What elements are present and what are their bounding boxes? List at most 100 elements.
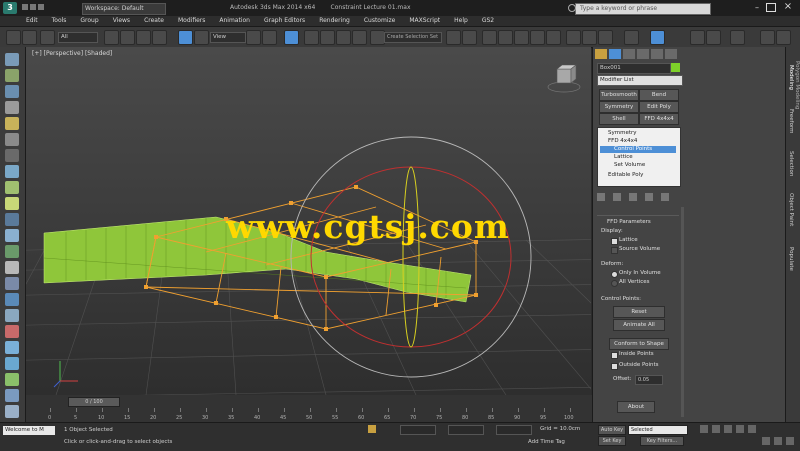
auto-key-button[interactable]: Auto Key (598, 425, 626, 435)
outside-points-checkbox[interactable] (611, 363, 618, 370)
animate-all-button[interactable]: Animate All (613, 319, 665, 331)
menu-tools[interactable]: Tools (52, 17, 67, 24)
edit-named-selection-icon[interactable] (370, 30, 385, 45)
ribbon-tab-freeform[interactable]: Freeform (788, 109, 794, 134)
window-crossing-icon[interactable] (152, 30, 167, 45)
bend-button[interactable]: Bend (639, 89, 679, 101)
redo-icon[interactable] (22, 30, 37, 45)
tool-icon-6[interactable] (5, 133, 19, 146)
menu-maxscript[interactable]: MAXScript (409, 17, 440, 24)
tool-icon-22[interactable] (5, 389, 19, 402)
move-icon[interactable] (178, 30, 193, 45)
ribbon-toggle-icon[interactable] (498, 30, 513, 45)
coord-z-field[interactable] (496, 425, 532, 435)
lock-selection-icon[interactable] (368, 425, 376, 433)
zoom-icon[interactable] (762, 437, 770, 445)
menu-views[interactable]: Views (113, 17, 130, 24)
link-icon[interactable] (40, 30, 55, 45)
render-setup-icon[interactable] (566, 30, 581, 45)
play-icon[interactable] (724, 425, 732, 433)
tool-icon-7[interactable] (5, 149, 19, 162)
go-to-start-icon[interactable] (700, 425, 708, 433)
only-in-volume-radio[interactable] (611, 271, 618, 278)
coord-y-field[interactable] (448, 425, 484, 435)
source-volume-checkbox[interactable] (611, 247, 618, 254)
all-vertices-radio[interactable] (611, 280, 618, 287)
schematic-view-icon[interactable] (530, 30, 545, 45)
modifier-list-dropdown[interactable]: Modifier List (597, 75, 683, 86)
stack-item-lattice[interactable]: Lattice (614, 154, 633, 161)
rotate-icon[interactable] (194, 30, 209, 45)
inside-points-checkbox[interactable] (611, 352, 618, 359)
toolbar-extra-icon-4[interactable] (706, 30, 721, 45)
viewport-label[interactable]: [+] [Perspective] [Shaded] (32, 50, 112, 57)
app-logo-icon[interactable]: 3 (3, 2, 17, 14)
orbit-icon[interactable] (774, 437, 782, 445)
tool-icon-19[interactable] (5, 341, 19, 354)
maxscript-listener-field[interactable]: Welcome to M (3, 426, 55, 435)
tool-icon-21[interactable] (5, 373, 19, 386)
turbosmooth-button[interactable]: Turbosmooth (599, 89, 639, 101)
menu-create[interactable]: Create (144, 17, 164, 24)
remove-modifier-icon[interactable] (644, 193, 653, 201)
object-color-swatch[interactable] (671, 63, 680, 72)
stack-item-ffd[interactable]: FFD 4x4x4 (608, 138, 637, 145)
tool-icon-2[interactable] (5, 69, 19, 82)
timeline-track[interactable]: 0 5 10 15 20 25 30 35 40 45 50 55 60 65 … (30, 408, 575, 421)
tool-icon-16[interactable] (5, 293, 19, 306)
select-manipulate-icon[interactable] (262, 30, 277, 45)
pin-stack-icon[interactable] (597, 193, 605, 201)
object-name-field[interactable]: Box001 (597, 63, 671, 74)
tool-icon-5[interactable] (5, 117, 19, 130)
workspace-dropdown[interactable]: Workspace: Default (82, 3, 166, 15)
create-tab-icon[interactable] (595, 49, 607, 59)
minimize-icon[interactable]: – (752, 3, 762, 12)
modifier-stack[interactable]: Symmetry FFD 4x4x4 Control Points Lattic… (597, 127, 681, 187)
stack-item-set-volume[interactable]: Set Volume (614, 162, 645, 169)
menu-edit[interactable]: Edit (26, 17, 38, 24)
region-select-icon[interactable] (136, 30, 151, 45)
angle-snap-icon[interactable] (320, 30, 335, 45)
snap-toggle-icon[interactable] (304, 30, 319, 45)
lattice-checkbox[interactable] (611, 238, 618, 245)
tool-icon-15[interactable] (5, 277, 19, 290)
motion-tab-icon[interactable] (637, 49, 649, 59)
display-tab-icon[interactable] (651, 49, 663, 59)
tool-icon-14[interactable] (5, 261, 19, 274)
coord-x-field[interactable] (400, 425, 436, 435)
menu-rendering[interactable]: Rendering (319, 17, 350, 24)
layer-manager-icon[interactable] (482, 30, 497, 45)
key-filters-button[interactable]: Key Filters... (640, 436, 684, 446)
previous-frame-icon[interactable] (712, 425, 720, 433)
make-unique-icon[interactable] (628, 193, 637, 201)
command-panel-scrollbar[interactable] (681, 207, 684, 417)
menu-modifiers[interactable]: Modifiers (178, 17, 205, 24)
percent-snap-icon[interactable] (336, 30, 351, 45)
edit-poly-button[interactable]: Edit Poly (639, 101, 679, 113)
undo-icon[interactable] (6, 30, 21, 45)
render-production-icon[interactable] (598, 30, 613, 45)
ribbon-tab-object-paint[interactable]: Object Paint (788, 193, 794, 226)
select-by-name-icon[interactable] (120, 30, 135, 45)
tool-icon-1[interactable] (5, 53, 19, 66)
maximize-icon[interactable] (766, 3, 776, 12)
configure-sets-icon[interactable] (660, 193, 669, 201)
stack-item-control-points[interactable]: Control Points (600, 146, 676, 153)
tool-icon-12[interactable] (5, 229, 19, 242)
tool-icon-8[interactable] (5, 165, 19, 178)
menu-group[interactable]: Group (80, 17, 98, 24)
tool-icon-17[interactable] (5, 309, 19, 322)
tool-icon-10[interactable] (5, 197, 19, 210)
curve-editor-icon[interactable] (514, 30, 529, 45)
tool-icon-23[interactable] (5, 405, 19, 418)
go-to-end-icon[interactable] (748, 425, 756, 433)
menu-help[interactable]: Help (454, 17, 468, 24)
menu-customize[interactable]: Customize (364, 17, 396, 24)
keyboard-shortcut-icon[interactable] (284, 30, 299, 45)
rollout-title[interactable]: FFD Parameters (607, 219, 651, 225)
tool-icon-9[interactable] (5, 181, 19, 194)
toolbar-extra-icon-1[interactable] (624, 30, 639, 45)
toolbar-extra-icon-3[interactable] (690, 30, 705, 45)
utilities-tab-icon[interactable] (665, 49, 677, 59)
selection-filter-dropdown[interactable]: All (58, 32, 98, 43)
